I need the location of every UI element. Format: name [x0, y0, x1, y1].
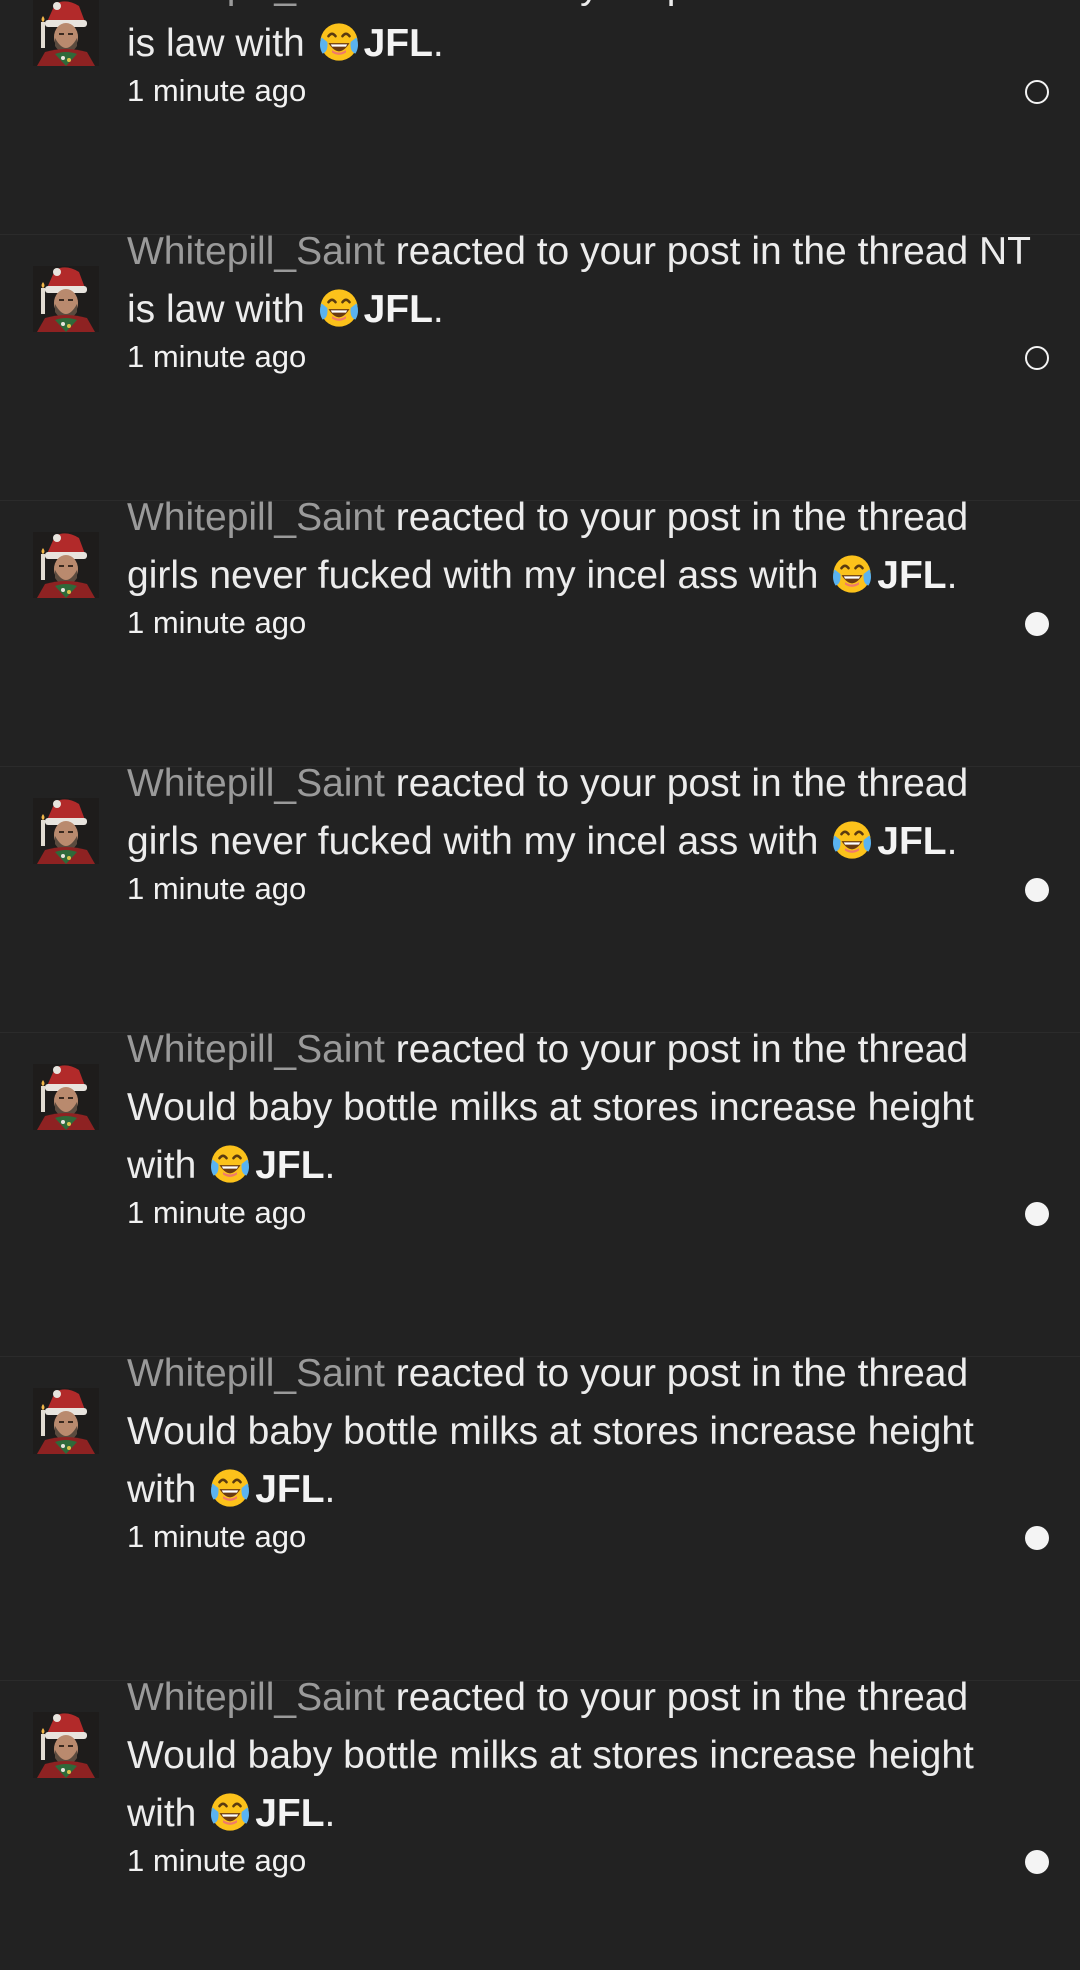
thread-title-link[interactable]: girls never fucked with my incel ass: [127, 554, 738, 597]
notification-item[interactable]: Whitepill_Saint reacted to your post in …: [0, 1028, 1080, 1357]
santa-avatar-icon: [33, 0, 99, 66]
read-status-dot-icon[interactable]: [1025, 80, 1049, 104]
crying-laughing-emoji-icon: [211, 1793, 250, 1831]
notification-time: 1 minute ago: [127, 871, 307, 906]
notification-item[interactable]: Whitepill_Saint reacted to your post in …: [0, 0, 1080, 235]
username-link[interactable]: Whitepill_Saint: [127, 0, 385, 7]
period-text: .: [324, 1792, 336, 1835]
period-text: .: [946, 820, 958, 863]
notification-content: Whitepill_Saint reacted to your post in …: [127, 223, 1047, 377]
notification-content: Whitepill_Saint reacted to your post in …: [127, 1021, 1047, 1233]
with-text: with: [224, 288, 316, 331]
with-text: with: [127, 1468, 208, 1511]
read-status-dot-icon[interactable]: [1025, 346, 1049, 370]
notification-item[interactable]: Whitepill_Saint reacted to your post in …: [0, 230, 1080, 501]
period-text: .: [432, 22, 444, 65]
reaction-name: JFL: [255, 1468, 325, 1511]
read-status-dot-icon[interactable]: [1025, 1526, 1049, 1550]
username-link[interactable]: Whitepill_Saint: [127, 1352, 385, 1395]
action-text: reacted to your post in the thread: [384, 1352, 969, 1395]
thread-title-link[interactable]: Would baby bottle milks at stores increa…: [127, 1086, 974, 1129]
avatar[interactable]: [33, 1712, 99, 1778]
read-status-dot-icon[interactable]: [1025, 1202, 1049, 1226]
action-text: reacted to your post in the thread: [385, 0, 979, 7]
reaction-name: JFL: [255, 1792, 325, 1835]
with-text: with: [224, 22, 316, 65]
santa-avatar-icon: [33, 266, 99, 332]
avatar[interactable]: [33, 1064, 99, 1130]
period-text: .: [324, 1144, 336, 1187]
thread-title-link[interactable]: Would baby bottle milks at stores increa…: [127, 1410, 974, 1453]
notification-text: Whitepill_Saint reacted to your post in …: [127, 755, 1047, 871]
santa-avatar-icon: [33, 798, 99, 864]
read-status-dot-icon[interactable]: [1025, 878, 1049, 902]
username-link[interactable]: Whitepill_Saint: [127, 1676, 385, 1719]
period-text: .: [432, 288, 444, 331]
notification-text: Whitepill_Saint reacted to your post in …: [127, 223, 1047, 339]
username-link[interactable]: Whitepill_Saint: [127, 230, 385, 273]
notification-time: 1 minute ago: [127, 1843, 307, 1878]
reaction-name: JFL: [363, 288, 433, 331]
notification-content: Whitepill_Saint reacted to your post in …: [127, 489, 1047, 643]
avatar[interactable]: [33, 798, 99, 864]
crying-laughing-emoji-icon: [319, 289, 358, 327]
notification-text: Whitepill_Saint reacted to your post in …: [127, 489, 1047, 605]
notification-content: Whitepill_Saint reacted to your post in …: [127, 1669, 1047, 1881]
crying-laughing-emoji-icon: [833, 555, 872, 593]
with-text: with: [738, 554, 830, 597]
notification-item[interactable]: Whitepill_Saint reacted to your post in …: [0, 496, 1080, 767]
action-text: reacted to your post in the thread: [384, 762, 969, 805]
santa-avatar-icon: [33, 1388, 99, 1454]
action-text: reacted to your post in the thread: [384, 496, 969, 539]
notification-time: 1 minute ago: [127, 339, 307, 374]
avatar[interactable]: [33, 1388, 99, 1454]
with-text: with: [127, 1792, 208, 1835]
notification-list: Whitepill_Saint reacted to your post in …: [0, 0, 1080, 1970]
notification-time: 1 minute ago: [127, 1519, 307, 1554]
santa-avatar-icon: [33, 1064, 99, 1130]
thread-title-link[interactable]: girls never fucked with my incel ass: [127, 820, 738, 863]
username-link[interactable]: Whitepill_Saint: [127, 496, 385, 539]
notification-time: 1 minute ago: [127, 73, 307, 108]
santa-avatar-icon: [33, 1712, 99, 1778]
reaction-name: JFL: [363, 22, 433, 65]
with-text: with: [738, 820, 830, 863]
reaction-name: JFL: [877, 554, 947, 597]
crying-laughing-emoji-icon: [319, 23, 358, 61]
notification-text: Whitepill_Saint reacted to your post in …: [127, 1345, 1047, 1519]
notification-time: 1 minute ago: [127, 605, 307, 640]
notification-text: Whitepill_Saint reacted to your post in …: [127, 1021, 1047, 1195]
read-status-dot-icon[interactable]: [1025, 1850, 1049, 1874]
action-text: reacted to your post in the thread: [384, 1028, 969, 1071]
notification-content: Whitepill_Saint reacted to your post in …: [127, 1345, 1047, 1557]
reaction-name: JFL: [255, 1144, 325, 1187]
notification-item[interactable]: Whitepill_Saint reacted to your post in …: [0, 762, 1080, 1033]
avatar[interactable]: [33, 532, 99, 598]
notification-content: Whitepill_Saint reacted to your post in …: [127, 0, 1047, 111]
username-link[interactable]: Whitepill_Saint: [127, 1028, 385, 1071]
with-text: with: [127, 1144, 208, 1187]
santa-avatar-icon: [33, 532, 99, 598]
notification-item[interactable]: Whitepill_Saint reacted to your post in …: [0, 1352, 1080, 1681]
period-text: .: [324, 1468, 336, 1511]
crying-laughing-emoji-icon: [833, 821, 872, 859]
reaction-name: JFL: [877, 820, 947, 863]
period-text: .: [946, 554, 958, 597]
notification-content: Whitepill_Saint reacted to your post in …: [127, 755, 1047, 909]
avatar[interactable]: [33, 0, 99, 66]
avatar[interactable]: [33, 266, 99, 332]
read-status-dot-icon[interactable]: [1025, 612, 1049, 636]
action-text: reacted to your post in the thread: [384, 1676, 969, 1719]
thread-title-link[interactable]: Would baby bottle milks at stores increa…: [127, 1734, 974, 1777]
username-link[interactable]: Whitepill_Saint: [127, 762, 385, 805]
crying-laughing-emoji-icon: [211, 1469, 250, 1507]
action-text: reacted to your post in the thread: [384, 230, 979, 273]
notification-text: Whitepill_Saint reacted to your post in …: [127, 1669, 1047, 1843]
crying-laughing-emoji-icon: [211, 1145, 250, 1183]
notification-text: Whitepill_Saint reacted to your post in …: [127, 0, 1047, 73]
notification-time: 1 minute ago: [127, 1195, 307, 1230]
notification-item[interactable]: Whitepill_Saint reacted to your post in …: [0, 1676, 1080, 1970]
